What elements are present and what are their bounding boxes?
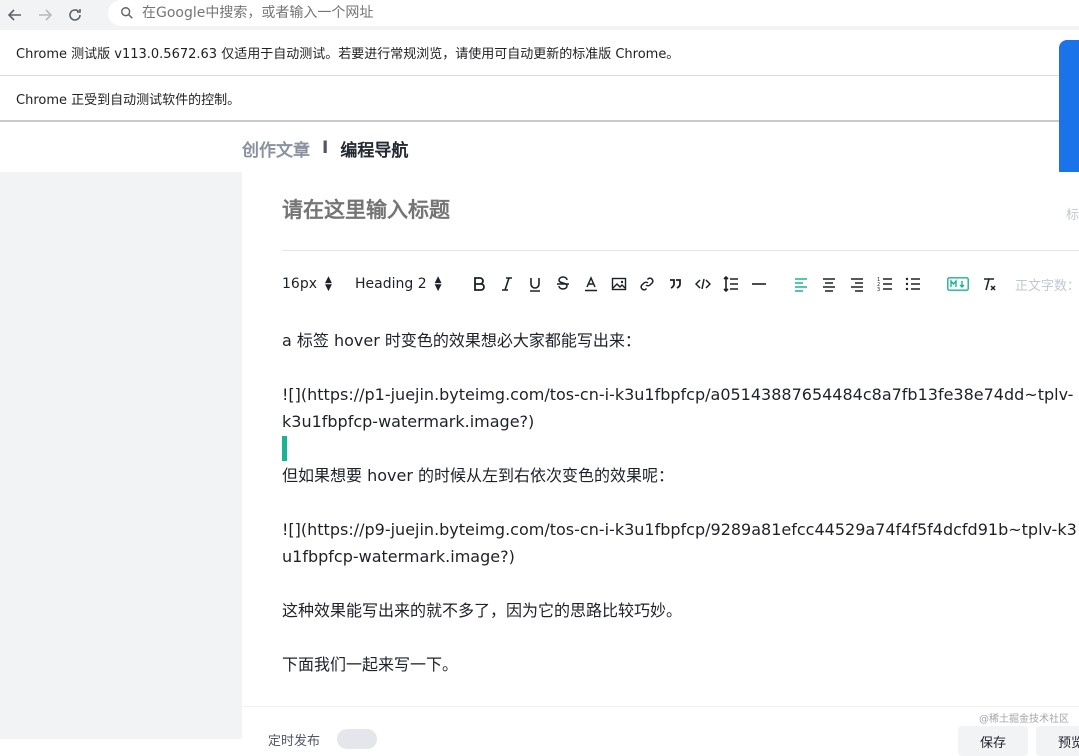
updown-icon: ▲ ▼ — [434, 275, 442, 293]
search-icon — [121, 7, 133, 19]
header-separator: I — [322, 138, 329, 158]
info-bar-test-version: Chrome 测试版 v113.0.5672.63 仅适用于自动测试。若要进行常… — [0, 30, 1079, 76]
bold-button[interactable] — [465, 272, 493, 296]
bold-icon — [474, 277, 485, 291]
arrow-right-icon — [39, 9, 53, 21]
code-icon — [695, 278, 711, 290]
header-brand[interactable]: 创作文章 — [242, 136, 310, 161]
bullet-list-icon — [905, 277, 920, 291]
underline-icon — [530, 278, 540, 292]
side-panel-tab[interactable] — [1059, 40, 1079, 178]
align-center-icon — [823, 278, 835, 292]
clear-format-button[interactable] — [975, 272, 1003, 296]
title-tip: 标 — [1066, 208, 1079, 223]
arrow-left-icon — [7, 9, 21, 21]
browser-toolbar — [0, 0, 1079, 30]
clear-format-icon — [984, 278, 996, 291]
info-bar-text: Chrome 测试版 v113.0.5672.63 仅适用于自动测试。若要进行常… — [16, 47, 680, 62]
omnibox[interactable] — [108, 0, 1079, 26]
font-color-button[interactable] — [577, 272, 605, 296]
watermark: @稀土掘金技术社区 — [979, 714, 1069, 725]
align-left-button[interactable] — [787, 272, 815, 296]
code-button[interactable] — [689, 272, 717, 296]
italic-button[interactable] — [493, 272, 521, 296]
title-divider — [282, 250, 1079, 251]
quote-icon — [670, 279, 681, 289]
back-button[interactable] — [0, 0, 30, 30]
info-bar-text: Chrome 正受到自动测试软件的控制。 — [16, 92, 241, 108]
omnibox-input[interactable] — [142, 5, 742, 21]
italic-icon — [502, 277, 512, 291]
line-height-icon — [723, 276, 738, 292]
link-icon — [640, 277, 654, 291]
align-right-icon — [851, 278, 863, 292]
font-size-value: 16px — [282, 276, 317, 292]
updown-icon: ▲ ▼ — [325, 275, 332, 293]
strikethrough-button[interactable] — [549, 272, 577, 296]
reload-button[interactable] — [60, 0, 90, 30]
quote-button[interactable] — [661, 272, 689, 296]
underline-button[interactable] — [521, 272, 549, 296]
align-left-icon — [795, 278, 807, 292]
font-color-icon — [585, 276, 597, 292]
save-button[interactable]: 保存 — [958, 726, 1028, 756]
strikethrough-icon — [557, 276, 569, 290]
ordered-list-icon: 123 — [877, 277, 892, 292]
paragraph: ![](https://p9-juejin.byteimg.com/tos-cn… — [282, 520, 1077, 566]
timed-publish-label: 定时发布 — [268, 734, 321, 749]
title-input[interactable] — [282, 198, 922, 222]
line-height-button[interactable] — [717, 272, 745, 296]
paragraph: ![](https://p1-juejin.byteimg.com/tos-cn… — [282, 385, 1074, 431]
header-site[interactable]: 编程导航 — [340, 136, 408, 161]
align-right-button[interactable] — [843, 272, 871, 296]
info-bar-automation: Chrome 正受到自动测试软件的控制。 — [0, 76, 1079, 122]
text-cursor — [282, 436, 287, 461]
image-icon — [611, 277, 627, 291]
editor-panel: 标 16px ▲▼ Heading 2 ▲▼ — [242, 172, 1079, 739]
link-button[interactable] — [633, 272, 661, 296]
paragraph: 下面我们一起来写一下。 — [282, 655, 459, 674]
font-size-select[interactable]: 16px ▲ ▼ — [282, 275, 355, 293]
align-center-button[interactable] — [815, 272, 843, 296]
editor-content[interactable]: a 标签 hover 时变色的效果想必大家都能写出来： ![](https://… — [282, 327, 1079, 678]
heading-select[interactable]: Heading 2 ▲ ▼ — [355, 275, 465, 293]
horizontal-rule-button[interactable] — [745, 272, 773, 296]
page-header: 创作文章 I 编程导航 — [0, 124, 1059, 172]
ordered-list-button[interactable]: 123 — [871, 272, 899, 296]
markdown-button[interactable] — [941, 272, 975, 296]
paragraph: 这种效果能写出来的就不多了，因为它的思路比较巧妙。 — [282, 601, 683, 620]
horizontal-rule-icon — [752, 283, 766, 285]
reload-icon — [69, 9, 81, 21]
paragraph: 但如果想要 hover 的时候从左到右依次变色的效果呢： — [282, 466, 674, 485]
markdown-icon — [947, 277, 969, 291]
svg-text:3: 3 — [877, 287, 880, 292]
preview-button[interactable]: 预览 — [1036, 726, 1079, 756]
editor-toolbar: 16px ▲ ▼ Heading 2 ▲ ▼ 1 2 3 正文字数： — [282, 272, 1079, 296]
timed-publish-toggle[interactable] — [337, 729, 377, 749]
heading-value: Heading 2 — [355, 276, 427, 292]
image-button[interactable] — [605, 272, 633, 296]
bullet-list-button[interactable] — [899, 272, 927, 296]
forward-button[interactable] — [30, 0, 60, 30]
word-count-label: 正文字数： — [1015, 278, 1079, 294]
paragraph: a 标签 hover 时变色的效果想必大家都能写出来： — [282, 331, 641, 350]
left-background — [0, 172, 242, 739]
